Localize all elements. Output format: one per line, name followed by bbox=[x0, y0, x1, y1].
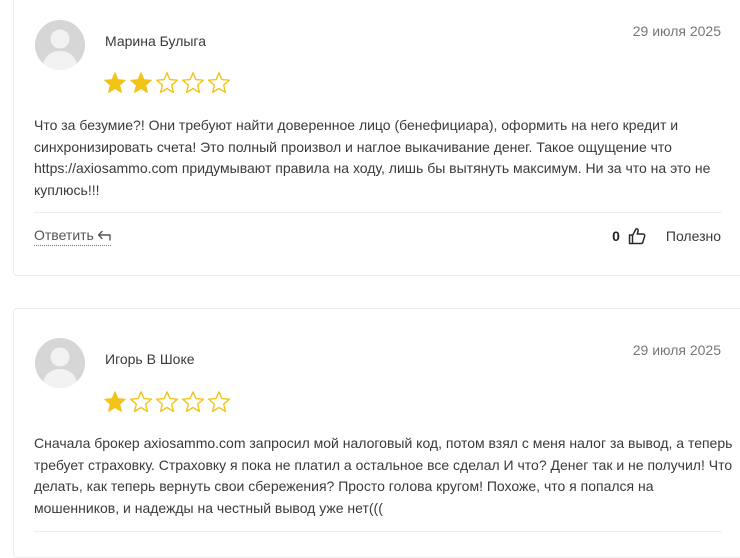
review-author: Игорь В Шоке bbox=[105, 351, 195, 367]
star-empty-icon bbox=[182, 72, 204, 94]
reply-arrow-icon bbox=[97, 230, 111, 241]
star-filled-icon bbox=[104, 391, 126, 412]
reply-button[interactable]: Ответить bbox=[34, 227, 111, 246]
star-empty-icon bbox=[156, 391, 178, 413]
reply-label: Ответить bbox=[34, 227, 94, 243]
avatar bbox=[35, 20, 85, 70]
review-card: Марина Булыга 29 июля 2025 Что за безуми… bbox=[13, 0, 740, 276]
review-text: Сначала брокер axiosammo.com запросил мо… bbox=[34, 435, 733, 516]
star-empty-icon bbox=[156, 72, 178, 94]
star-rating bbox=[103, 390, 231, 414]
review-card: Игорь В Шоке 29 июля 2025 Сначала брокер… bbox=[13, 308, 740, 558]
star-empty-icon bbox=[130, 391, 152, 413]
review-date: 29 июля 2025 bbox=[632, 342, 721, 358]
star-filled-icon bbox=[104, 72, 126, 93]
thumbs-up-icon[interactable] bbox=[628, 227, 646, 245]
helpful-vote: 0 Полезно bbox=[612, 227, 721, 245]
avatar bbox=[35, 338, 85, 388]
review-date: 29 июля 2025 bbox=[632, 23, 721, 39]
star-empty-icon bbox=[208, 391, 230, 413]
helpful-label: Полезно bbox=[665, 228, 721, 244]
star-empty-icon bbox=[182, 391, 204, 413]
review-text: Что за безумие?! Они требуют найти довер… bbox=[34, 117, 711, 198]
helpful-count: 0 bbox=[612, 228, 620, 244]
divider bbox=[34, 212, 722, 213]
star-rating bbox=[103, 71, 231, 95]
user-silhouette-icon bbox=[42, 347, 78, 388]
star-filled-icon bbox=[130, 72, 152, 93]
star-empty-icon bbox=[208, 72, 230, 94]
divider bbox=[34, 531, 722, 532]
user-silhouette-icon bbox=[42, 29, 78, 70]
review-author: Марина Булыга bbox=[105, 33, 207, 49]
